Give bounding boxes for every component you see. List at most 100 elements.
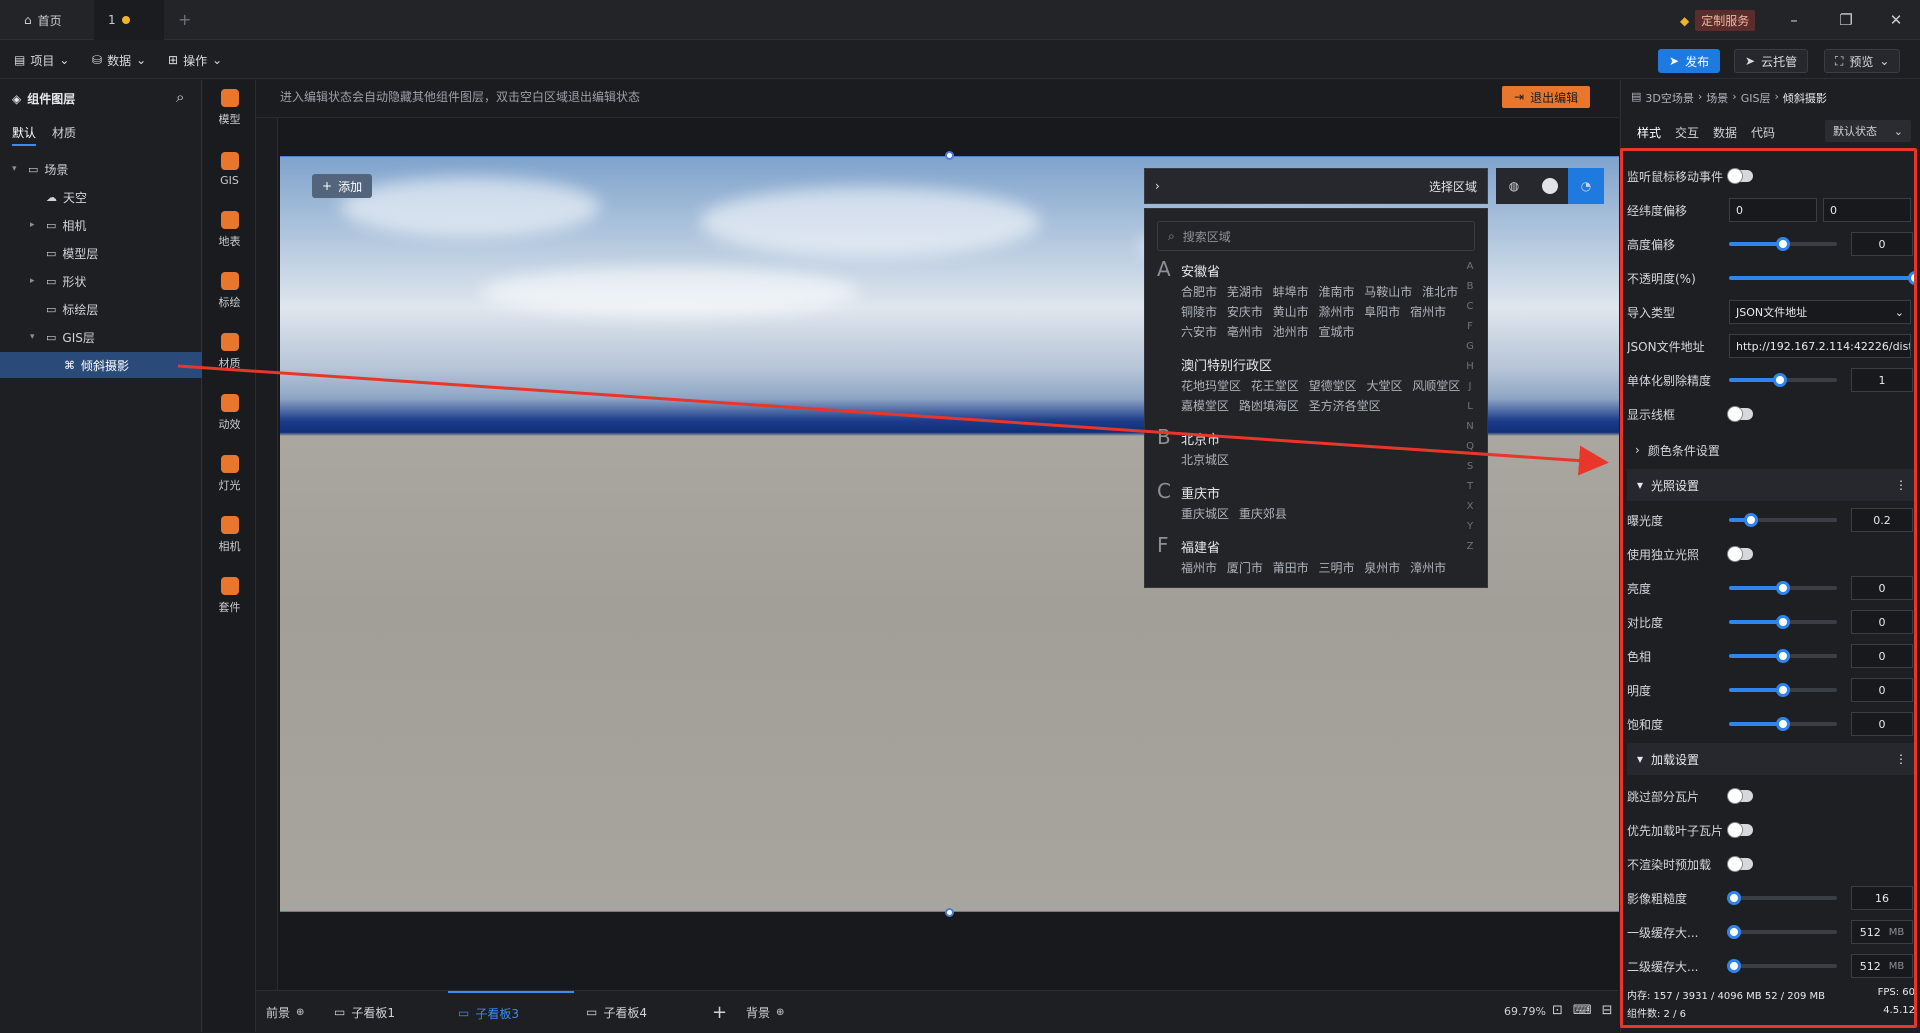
tab-doc[interactable]: 1 [94, 0, 164, 40]
slider[interactable] [1729, 615, 1837, 629]
background-tab[interactable]: 背景 ⊕ [736, 991, 794, 1033]
board-tab[interactable]: ▭ 子看板1 [324, 991, 405, 1033]
tab-default[interactable]: 默认 [12, 124, 37, 146]
index-letter-link[interactable]: J [1463, 381, 1477, 392]
value-input[interactable]: 0 [1851, 644, 1913, 668]
tab-home[interactable]: ⌂ 首页 [10, 0, 76, 40]
slider-knob[interactable] [1776, 683, 1790, 697]
city-row[interactable]: 合肥市 芜湖市 蚌埠市 淮南市 马鞍山市 淮北市 [1181, 283, 1458, 300]
new-tab-button[interactable]: + [178, 10, 191, 29]
rail-item[interactable]: 动效 [203, 385, 256, 441]
index-letter-link[interactable]: Q [1463, 441, 1477, 452]
publish-button[interactable]: ➤ 发布 [1658, 49, 1721, 73]
state-select[interactable]: 默认状态 ⌄ [1825, 120, 1911, 142]
rail-item[interactable]: GIS [203, 141, 256, 197]
index-letter-link[interactable]: B [1463, 281, 1477, 292]
import-type-select[interactable]: JSON文件地址 ⌄ [1729, 300, 1911, 324]
more-icon[interactable]: ⋮ [1895, 478, 1907, 492]
add-button[interactable]: + 添加 [312, 174, 373, 198]
slider-knob[interactable] [1776, 649, 1790, 663]
index-letter-link[interactable]: X [1463, 501, 1477, 512]
resize-handle[interactable] [945, 908, 954, 917]
slider-knob[interactable] [1727, 891, 1742, 905]
resize-handle[interactable] [945, 151, 954, 160]
more-icon[interactable]: ⋮ [1895, 752, 1907, 766]
custom-service-button[interactable]: ◆ 定制服务 [1680, 10, 1756, 31]
tab-material[interactable]: 材质 [52, 124, 76, 141]
menu-project[interactable]: ▤ 项目 ⌄ [14, 49, 69, 71]
index-letter-link[interactable]: Y [1463, 521, 1477, 532]
json-url-input[interactable]: http://192.167.2.114:42226/distributi [1729, 334, 1911, 358]
index-letter-link[interactable]: C [1463, 301, 1477, 312]
rail-item[interactable]: 材质 [203, 324, 256, 380]
tab-style[interactable]: 样式 [1637, 124, 1661, 141]
slider-knob[interactable] [1727, 959, 1742, 973]
menu-data[interactable]: ⛁ 数据 ⌄ [92, 49, 146, 71]
slider[interactable] [1729, 649, 1837, 663]
value-input[interactable]: 0 [1851, 712, 1913, 736]
zoom-level[interactable]: 69.79% [1504, 1005, 1546, 1018]
lng-input[interactable]: 0 [1729, 198, 1817, 222]
slider[interactable] [1729, 581, 1837, 595]
slider-knob[interactable] [1727, 925, 1742, 939]
minimize-icon[interactable]: – [1774, 8, 1814, 32]
city-row[interactable]: 花地玛堂区 花王堂区 望德堂区 大堂区 风顺堂区 [1181, 377, 1460, 394]
toggle-switch[interactable] [1728, 547, 1753, 561]
index-letter-link[interactable]: T [1463, 481, 1477, 492]
toggle-switch[interactable] [1728, 857, 1753, 871]
city-row[interactable]: 嘉模堂区 路凼填海区 圣方济各堂区 [1181, 397, 1381, 414]
section-header[interactable]: ▾ 光照设置 ⋮ [1627, 469, 1914, 501]
slider[interactable] [1729, 373, 1837, 387]
slider-knob[interactable] [1743, 513, 1758, 527]
region-select-bar[interactable]: › 选择区域 [1144, 168, 1488, 204]
slider-knob[interactable] [1908, 271, 1914, 285]
tab-data[interactable]: 数据 [1713, 124, 1737, 141]
close-icon[interactable]: ✕ [1876, 8, 1916, 32]
slider-knob[interactable] [1772, 373, 1787, 387]
color-condition-row[interactable]: › 颜色条件设置 [1627, 433, 1914, 467]
value-input[interactable]: 0 [1851, 232, 1913, 256]
exit-edit-button[interactable]: ⇥ 退出编辑 [1502, 86, 1591, 108]
tree-item[interactable]: ▭ 模型层 [0, 240, 202, 266]
breadcrumb-item[interactable]: GIS层 [1741, 90, 1771, 106]
slider[interactable] [1727, 891, 1837, 905]
tab-code[interactable]: 代码 [1751, 124, 1775, 141]
rail-item[interactable]: 套件 [203, 568, 256, 624]
value-input[interactable]: 0 [1851, 678, 1913, 702]
globe-icon[interactable]: ◍ [1496, 168, 1532, 204]
preview-button[interactable]: ⛶ 预览 ⌄ [1824, 49, 1901, 73]
tree-item[interactable]: ⌘ 倾斜摄影 [0, 352, 202, 378]
value-input[interactable]: 16 [1851, 886, 1913, 910]
value-input[interactable]: 512 MB [1851, 954, 1913, 978]
slider-knob[interactable] [1776, 581, 1790, 595]
tree-item[interactable]: ▾ ▭ 场景 [0, 156, 202, 182]
city-row[interactable]: 铜陵市 安庆市 黄山市 滁州市 阜阳市 宿州市 [1181, 303, 1446, 320]
region-search-input[interactable]: ⌕ 搜索区域 [1157, 221, 1475, 251]
cloud-host-button[interactable]: ➤ 云托管 [1734, 49, 1809, 73]
rotate-icon[interactable]: ◔ [1568, 168, 1604, 204]
menu-operation[interactable]: ⊞ 操作 ⌄ [168, 49, 222, 71]
rail-item[interactable]: 地表 [203, 202, 256, 258]
tab-interaction[interactable]: 交互 [1675, 124, 1699, 141]
province-name[interactable]: 重庆市 [1181, 483, 1220, 502]
restore-icon[interactable]: ❐ [1826, 8, 1866, 32]
rail-item[interactable]: 标绘 [203, 263, 256, 319]
toggle-switch[interactable] [1728, 407, 1753, 421]
section-header[interactable]: ▾ 加载设置 ⋮ [1627, 743, 1914, 775]
slider-knob[interactable] [1776, 237, 1790, 251]
index-letter-link[interactable]: L [1463, 401, 1477, 412]
city-row[interactable]: 北京城区 [1181, 451, 1229, 468]
slider[interactable] [1729, 683, 1837, 697]
index-letter-link[interactable]: Z [1463, 541, 1477, 552]
terminal-icon[interactable]: ⊟ [1602, 1003, 1613, 1018]
toggle-switch[interactable] [1728, 789, 1753, 803]
index-letter-link[interactable]: G [1463, 341, 1477, 352]
tree-item[interactable]: ▭ 标绘层 [0, 296, 202, 322]
index-letter-link[interactable]: N [1463, 421, 1477, 432]
tree-item[interactable]: ▸ ▭ 形状 [0, 268, 202, 294]
search-icon[interactable]: ⌕ [176, 88, 184, 106]
toggle-switch[interactable] [1728, 823, 1753, 837]
breadcrumb-item[interactable]: 3D空场景 [1645, 90, 1693, 106]
foreground-tab[interactable]: 前景 ⊕ [256, 991, 314, 1033]
breadcrumb-item[interactable]: 场景 [1706, 90, 1728, 106]
